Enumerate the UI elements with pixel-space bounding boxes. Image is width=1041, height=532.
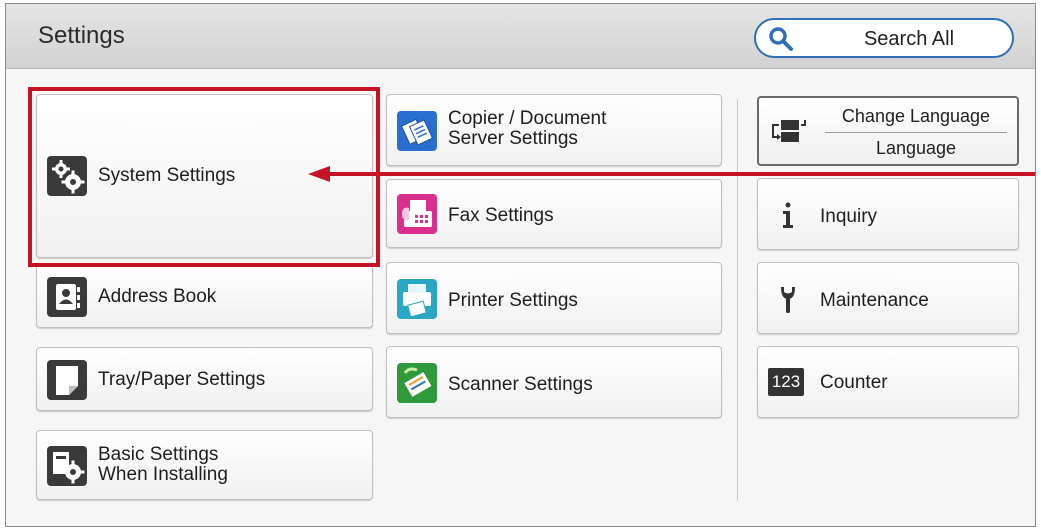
copier-settings-label: Copier / Document Server Settings	[448, 108, 607, 149]
fax-icon	[397, 194, 437, 234]
tray-paper-settings-label: Tray/Paper Settings	[98, 369, 266, 390]
fax-settings-label: Fax Settings	[448, 205, 554, 226]
change-language-button[interactable]: Change Language Language	[757, 96, 1019, 166]
search-all-button[interactable]: Search All	[754, 18, 1014, 58]
scanner-settings-button[interactable]: Scanner Settings	[386, 346, 722, 418]
search-icon	[768, 26, 794, 57]
printer-settings-label: Printer Settings	[448, 290, 578, 311]
tray-paper-settings-button[interactable]: Tray/Paper Settings	[36, 347, 373, 411]
info-icon	[768, 195, 808, 235]
pointer-arrow	[308, 166, 1035, 182]
basic-settings-icon	[47, 446, 87, 486]
settings-screen: Settings Search All System Settings Addr…	[5, 3, 1036, 527]
basic-settings-label: Basic Settings When Installing	[98, 444, 228, 485]
paper-icon	[47, 360, 87, 400]
printer-settings-button[interactable]: Printer Settings	[386, 262, 722, 334]
counter-button[interactable]: 123 Counter	[757, 346, 1019, 418]
fax-settings-button[interactable]: Fax Settings	[386, 179, 722, 248]
basic-settings-button[interactable]: Basic Settings When Installing	[36, 430, 373, 500]
counter-icon: 123	[768, 368, 804, 396]
maintenance-button[interactable]: Maintenance	[757, 262, 1019, 334]
inquiry-label: Inquiry	[820, 206, 878, 227]
maintenance-label: Maintenance	[820, 290, 929, 311]
language-label: Language	[875, 138, 957, 158]
printer-icon	[397, 279, 437, 319]
column-divider	[737, 99, 738, 501]
header-bar: Settings Search All	[6, 4, 1035, 69]
address-book-icon	[47, 277, 87, 317]
inquiry-button[interactable]: Inquiry	[757, 178, 1019, 250]
search-all-label: Search All	[863, 28, 955, 50]
change-language-label: Change Language	[841, 106, 991, 126]
copier-icon	[397, 111, 437, 151]
address-book-button[interactable]: Address Book	[36, 264, 373, 328]
copier-settings-button[interactable]: Copier / Document Server Settings	[386, 94, 722, 166]
wrench-icon	[768, 279, 808, 319]
system-settings-label: System Settings	[98, 165, 236, 186]
scanner-settings-label: Scanner Settings	[448, 374, 593, 395]
page-title: Settings	[38, 22, 125, 49]
language-switch-icon	[769, 116, 809, 151]
gears-icon	[47, 156, 87, 196]
counter-label: Counter	[820, 372, 888, 393]
address-book-label: Address Book	[98, 286, 217, 307]
language-divider	[825, 132, 1007, 133]
scanner-icon	[397, 363, 437, 403]
counter-icon-text: 123	[771, 372, 801, 391]
